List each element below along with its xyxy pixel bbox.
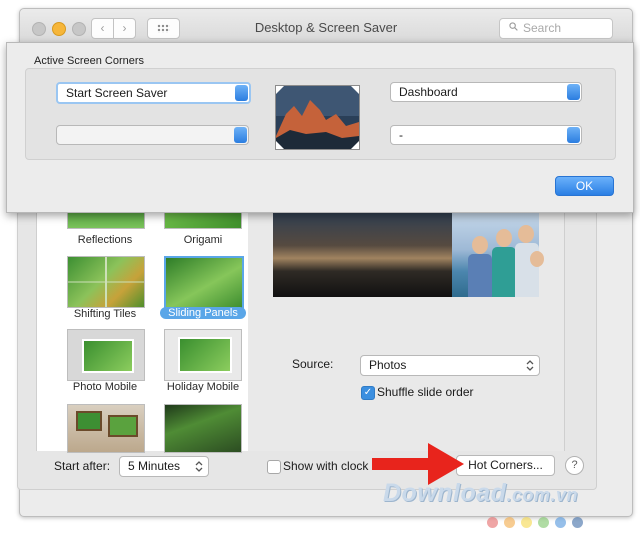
watermark-dot <box>487 517 498 528</box>
up-down-arrows-icon <box>526 360 534 371</box>
bottom-right-corner-popup[interactable]: - <box>390 125 582 145</box>
hot-corners-button[interactable]: Hot Corners... <box>456 455 555 476</box>
watermark-main: Download <box>383 479 507 507</box>
up-down-arrows-icon <box>234 127 247 143</box>
screensaver-label: Origami <box>183 234 223 246</box>
up-down-arrows-icon <box>567 84 580 100</box>
screensaver-list: Reflections Origami Shifting Tiles Slidi… <box>36 205 250 453</box>
ok-button[interactable]: OK <box>555 176 614 196</box>
shuffle-label: Shuffle slide order <box>377 385 474 399</box>
preview-photo <box>452 211 544 297</box>
checkmark-icon: ✓ <box>363 387 373 398</box>
watermark-suffix: .com.vn <box>506 485 578 505</box>
classic-thumb[interactable] <box>164 404 242 453</box>
search-field[interactable]: Search <box>499 18 613 39</box>
top-left-corner-popup[interactable]: Start Screen Saver <box>56 82 251 104</box>
show-clock-label: Show with clock <box>283 459 369 473</box>
bottom-left-corner-popup[interactable] <box>56 125 249 145</box>
start-after-popup[interactable]: 5 Minutes <box>119 456 209 477</box>
photo-mobile-thumb[interactable] <box>67 329 145 381</box>
active-screen-corners-sheet: Active Screen Corners Start Screen Saver… <box>6 42 634 213</box>
shifting-tiles-thumb[interactable] <box>67 256 145 308</box>
watermark-dot <box>504 517 515 528</box>
screensaver-label-selected: Sliding Panels <box>160 307 246 319</box>
top-right-corner-popup[interactable]: Dashboard <box>390 82 582 102</box>
vintage-prints-thumb[interactable] <box>67 404 145 453</box>
search-icon <box>509 22 518 31</box>
source-label: Source: <box>292 357 334 371</box>
up-down-arrows-icon <box>567 127 580 143</box>
bottom-right-corner-value: - <box>399 128 403 142</box>
shuffle-checkbox[interactable]: ✓ <box>361 386 375 400</box>
watermark-dot <box>521 517 532 528</box>
start-after-value: 5 Minutes <box>128 459 181 473</box>
watermark-logo: Download.com.vn <box>383 479 578 508</box>
source-popup[interactable]: Photos <box>360 355 540 376</box>
show-clock-checkbox[interactable] <box>267 460 281 474</box>
screensaver-label: Holiday Mobile <box>166 381 240 393</box>
holiday-mobile-thumb[interactable] <box>164 329 242 381</box>
up-down-arrows-icon <box>195 461 203 472</box>
mountain-image <box>276 86 359 149</box>
watermark-dot <box>572 517 583 528</box>
screensaver-label: Shifting Tiles <box>73 308 137 320</box>
screensaver-label: Photo Mobile <box>72 381 138 393</box>
sheet-title: Active Screen Corners <box>34 55 145 67</box>
screen-corners-preview <box>275 85 360 150</box>
up-down-arrows-icon <box>235 85 248 101</box>
watermark-dot <box>538 517 549 528</box>
top-left-corner-value: Start Screen Saver <box>66 86 168 100</box>
screensaver-label: Reflections <box>77 234 133 246</box>
top-right-corner-value: Dashboard <box>399 85 458 99</box>
watermark-dot <box>555 517 566 528</box>
help-button[interactable]: ? <box>565 456 584 475</box>
source-value: Photos <box>369 358 407 372</box>
start-after-label: Start after: <box>54 459 111 473</box>
search-placeholder: Search <box>523 21 562 35</box>
sliding-panels-thumb[interactable] <box>164 256 244 310</box>
